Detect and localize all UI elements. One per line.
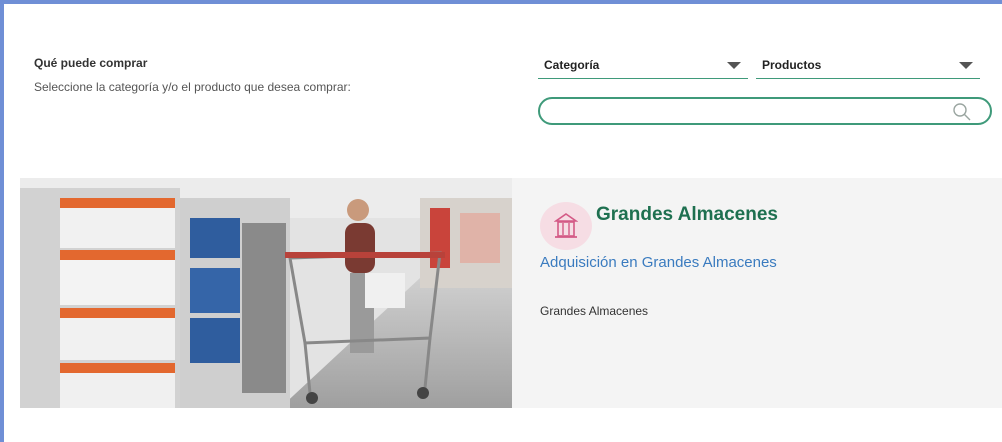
window-frame-top (0, 0, 1002, 4)
products-select[interactable]: Productos (756, 54, 980, 79)
section-subtitle: Seleccione la categoría y/o el producto … (34, 80, 351, 94)
products-select-value: Productos (762, 58, 822, 72)
search-icon[interactable] (952, 102, 972, 122)
section-title: Qué puede comprar (34, 56, 148, 70)
card-description: Grandes Almacenes (540, 304, 649, 318)
shopper-cart-photo (20, 178, 512, 408)
card-link[interactable]: Adquisición en Grandes Almacenes (540, 255, 780, 271)
category-select[interactable]: Categoría (538, 54, 748, 79)
chevron-down-icon (959, 62, 973, 69)
category-select-value: Categoría (544, 58, 600, 72)
department-store-icon (540, 202, 592, 250)
search-box[interactable] (538, 97, 992, 125)
card-title: Grandes Almacenes (596, 204, 778, 225)
window-frame-left (0, 0, 4, 442)
chevron-down-icon (727, 62, 741, 69)
search-input[interactable] (554, 102, 948, 122)
category-card[interactable]: Grandes Almacenes Adquisición en Grandes… (20, 178, 1002, 408)
